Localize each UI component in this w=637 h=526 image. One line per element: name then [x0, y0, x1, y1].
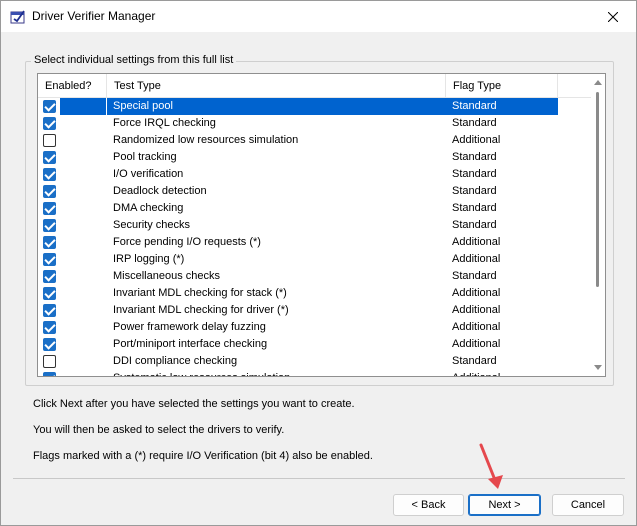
close-icon[interactable] [590, 1, 636, 32]
test-type-label: Power framework delay fuzzing [113, 321, 266, 333]
enabled-checkbox[interactable] [43, 185, 56, 198]
scroll-down-icon[interactable] [594, 365, 602, 370]
test-type-label: Invariant MDL checking for stack (*) [113, 287, 287, 299]
flag-type-label: Standard [452, 202, 497, 214]
vertical-scrollbar[interactable] [591, 74, 605, 376]
enabled-checkbox[interactable] [43, 321, 56, 334]
list-item[interactable]: Security checks Standard [38, 217, 558, 234]
enabled-checkbox[interactable] [43, 219, 56, 232]
flag-type-label: Standard [452, 117, 497, 129]
enabled-checkbox[interactable] [43, 253, 56, 266]
driver-verifier-icon [10, 9, 26, 24]
flag-type-label: Additional [452, 253, 501, 265]
flag-type-label: Additional [452, 370, 500, 376]
test-type-label: IRP logging (*) [113, 253, 185, 265]
list-item[interactable]: Port/miniport interface checking Addition… [38, 336, 558, 353]
settings-list[interactable]: Enabled? Test Type Flag Type Special poo… [37, 73, 606, 377]
info-text-flags: Flags marked with a (*) require I/O Veri… [33, 450, 373, 462]
test-type-label: Special pool [113, 100, 173, 112]
flag-type-label: Additional [452, 287, 501, 299]
column-header-test-type[interactable]: Test Type [107, 74, 446, 98]
flag-type-label: Standard [452, 185, 497, 197]
list-item[interactable]: Special pool Standard [38, 98, 558, 115]
test-type-label: I/O verification [113, 168, 184, 180]
flag-type-label: Additional [452, 236, 501, 248]
enabled-checkbox[interactable] [43, 372, 56, 376]
enabled-checkbox[interactable] [43, 168, 56, 181]
flag-type-label: Additional [452, 304, 501, 316]
scroll-thumb[interactable] [596, 92, 599, 287]
list-item[interactable]: Randomized low resources simulation Addit… [38, 132, 558, 149]
enabled-checkbox[interactable] [43, 304, 56, 317]
list-item[interactable]: Force IRQL checking Standard [38, 115, 558, 132]
enabled-checkbox[interactable] [43, 270, 56, 283]
list-item[interactable]: DMA checking Standard [38, 200, 558, 217]
list-item[interactable]: Deadlock detection Standard [38, 183, 558, 200]
test-type-label: DDI compliance checking [113, 355, 238, 367]
list-item[interactable]: DDI compliance checking Standard [38, 353, 558, 370]
flag-type-label: Standard [452, 219, 497, 231]
list-item[interactable]: I/O verification Standard [38, 166, 558, 183]
enabled-checkbox[interactable] [43, 100, 56, 113]
scroll-up-icon[interactable] [594, 80, 602, 85]
test-type-label: Pool tracking [113, 151, 177, 163]
list-item[interactable]: IRP logging (*) Additional [38, 251, 558, 268]
next-button[interactable]: Next > [468, 494, 541, 516]
flag-type-label: Standard [452, 151, 497, 163]
test-type-label: Invariant MDL checking for driver (*) [113, 304, 289, 316]
list-item[interactable]: Invariant MDL checking for stack (*) Addi… [38, 285, 558, 302]
flag-type-label: Standard [452, 270, 497, 282]
enabled-checkbox[interactable] [43, 117, 56, 130]
list-header: Enabled? Test Type Flag Type [38, 74, 605, 98]
column-header-flag-type[interactable]: Flag Type [446, 74, 558, 98]
flag-type-label: Standard [452, 168, 497, 180]
test-type-label: Deadlock detection [113, 185, 207, 197]
list-item[interactable]: Force pending I/O requests (*) Additional [38, 234, 558, 251]
enabled-checkbox[interactable] [43, 134, 56, 147]
enabled-checkbox[interactable] [43, 151, 56, 164]
cancel-button[interactable]: Cancel [552, 494, 624, 516]
list-item[interactable]: Systematic low resources simulation Addit… [38, 370, 558, 376]
flag-type-label: Additional [452, 134, 501, 146]
flag-type-label: Standard [452, 100, 497, 112]
selection-highlight [60, 98, 106, 115]
enabled-checkbox[interactable] [43, 202, 56, 215]
list-item[interactable]: Miscellaneous checks Standard [38, 268, 558, 285]
test-type-label: Randomized low resources simulation [113, 134, 299, 146]
footer-divider [13, 478, 625, 479]
list-item[interactable]: Power framework delay fuzzing Additional [38, 319, 558, 336]
title-bar: Driver Verifier Manager [1, 1, 636, 32]
info-text-next: Click Next after you have selected the s… [33, 398, 355, 410]
test-type-label: Security checks [113, 219, 191, 231]
settings-group-legend: Select individual settings from this ful… [31, 54, 237, 66]
test-type-label: Force pending I/O requests (*) [113, 236, 261, 248]
flag-type-label: Additional [452, 338, 501, 350]
enabled-checkbox[interactable] [43, 355, 56, 368]
test-type-label: Port/miniport interface checking [113, 338, 268, 350]
driver-verifier-window: Driver Verifier Manager Select individua… [0, 0, 637, 526]
flag-type-label: Additional [452, 321, 501, 333]
annotation-arrow-icon [479, 443, 503, 489]
back-button[interactable]: < Back [393, 494, 464, 516]
enabled-checkbox[interactable] [43, 338, 56, 351]
enabled-checkbox[interactable] [43, 287, 56, 300]
test-type-label: Systematic low resources simulation [113, 370, 290, 376]
enabled-checkbox[interactable] [43, 236, 56, 249]
test-type-label: DMA checking [113, 202, 184, 214]
info-text-drivers: You will then be asked to select the dri… [33, 424, 285, 436]
test-type-label: Force IRQL checking [113, 117, 216, 129]
list-item[interactable]: Pool tracking Standard [38, 149, 558, 166]
window-title: Driver Verifier Manager [32, 9, 156, 23]
list-item[interactable]: Invariant MDL checking for driver (*) Add… [38, 302, 558, 319]
flag-type-label: Standard [452, 355, 497, 367]
test-type-label: Miscellaneous checks [113, 270, 220, 282]
column-header-enabled[interactable]: Enabled? [38, 74, 107, 98]
